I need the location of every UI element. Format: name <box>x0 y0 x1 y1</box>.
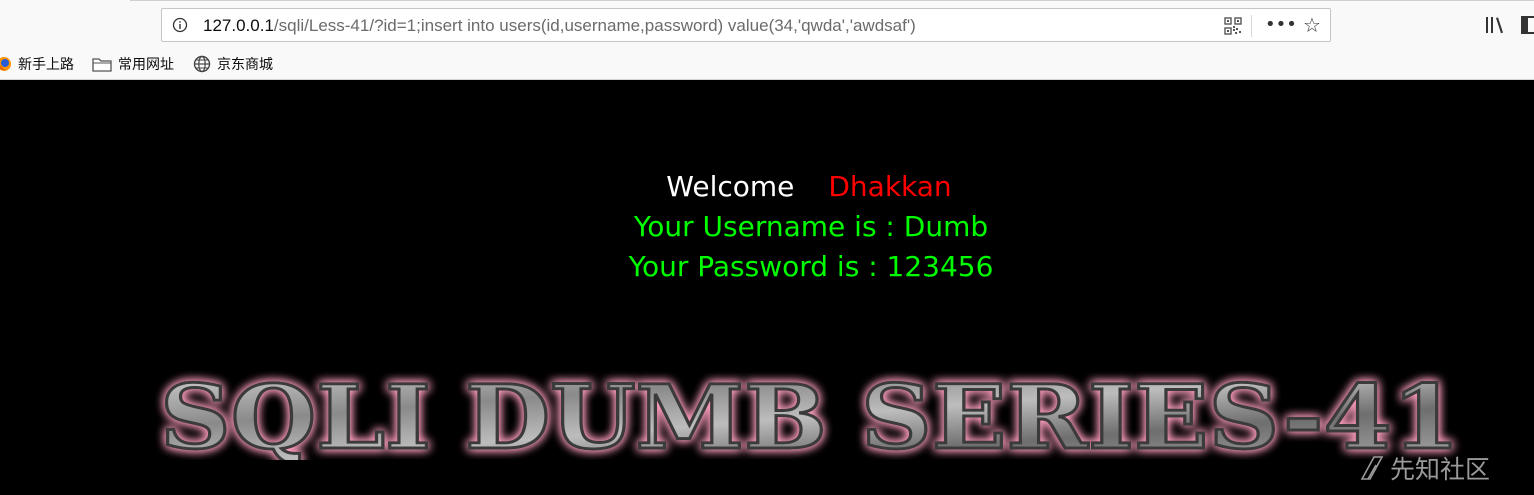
library-icon[interactable] <box>1484 14 1506 36</box>
folder-icon <box>92 58 112 72</box>
banner-text: SQLI DUMB SERIES-41 <box>160 370 1460 460</box>
browser-toolbar: 127.0.0.1/sqli/Less-41/?id=1;insert into… <box>0 0 1534 50</box>
welcome-message: Welcome Dhakkan <box>42 170 1534 203</box>
qr-code-icon[interactable] <box>1224 17 1242 35</box>
username-line: Your Username is : Dumb <box>633 210 989 243</box>
page-actions-icon[interactable]: ••• <box>1265 13 1297 37</box>
page-content: Welcome Dhakkan Your Username is : Dumb Y… <box>0 80 1534 495</box>
welcome-name: Dhakkan <box>828 170 952 203</box>
url-path: /sqli/Less-41/?id=1;insert into users(id… <box>273 16 916 35</box>
bookmark-label: 京东商城 <box>217 57 273 73</box>
info-icon[interactable] <box>172 17 188 33</box>
bookmark-label: 常用网址 <box>118 57 174 73</box>
welcome-label: Welcome <box>666 170 795 203</box>
bookmark-item-common-sites[interactable]: 常用网址 <box>92 54 174 74</box>
url-host: 127.0.0.1 <box>203 16 274 35</box>
watermark-text: 先知社区 <box>1390 455 1491 484</box>
bookmarks-toolbar: 新手上路 常用网址 京东商城 <box>0 50 1534 80</box>
url-text[interactable]: 127.0.0.1/sqli/Less-41/?id=1;insert into… <box>203 16 916 36</box>
xianzhi-logo-icon <box>1360 456 1384 480</box>
series-banner: SQLI DUMB SERIES-41 <box>159 370 1462 460</box>
bookmark-item-getting-started[interactable]: 新手上路 <box>0 54 74 74</box>
toolbar-divider <box>130 0 1534 1</box>
password-line: Your Password is : 123456 <box>628 250 994 283</box>
url-bar[interactable]: 127.0.0.1/sqli/Less-41/?id=1;insert into… <box>161 8 1331 42</box>
bookmark-item-jd[interactable]: 京东商城 <box>193 54 273 74</box>
url-bar-separator <box>1251 15 1252 37</box>
bookmark-star-icon[interactable]: ☆ <box>1300 13 1324 37</box>
watermark: 先知社区 <box>1360 450 1490 486</box>
globe-icon <box>193 55 211 73</box>
sidebar-icon[interactable] <box>1520 14 1534 36</box>
bookmark-label: 新手上路 <box>18 57 74 73</box>
firefox-icon <box>0 57 11 71</box>
